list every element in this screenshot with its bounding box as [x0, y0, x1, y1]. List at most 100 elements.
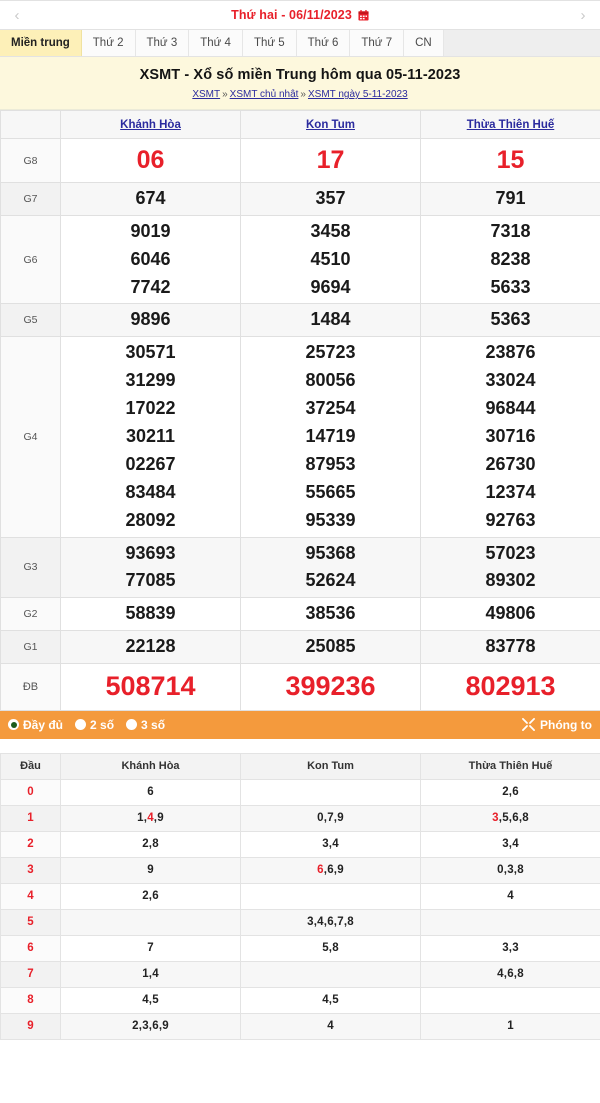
result-number: 674 [135, 187, 166, 208]
radio-icon[interactable] [126, 719, 138, 731]
breadcrumb-link-0[interactable]: XSMT [192, 89, 220, 100]
result-number: 89302 [485, 570, 536, 591]
summary-cell-8-0: 4,5 [60, 986, 241, 1014]
summary-head-digit: 1 [0, 804, 61, 832]
summary-cell-4-0: 2,6 [60, 882, 241, 910]
result-number: 95368 [305, 542, 356, 563]
result-number: 95339 [305, 509, 356, 530]
result-number: 30211 [125, 426, 176, 446]
summary-tail-digit: 4 [322, 994, 329, 1007]
page-title: XSMT - Xổ số miền Trung hôm qua 05-11-20… [139, 67, 461, 83]
digit-mode-option-1[interactable]: 2 số [75, 718, 114, 732]
radio-icon[interactable] [75, 719, 87, 731]
result-number: 83778 [485, 636, 536, 657]
summary-tail-digit: 6 [507, 968, 514, 981]
province-header-kon-tum[interactable]: Kon Tum [240, 110, 421, 140]
radio-icon[interactable] [8, 719, 19, 731]
result-cell-g5-2: 5363 [420, 303, 600, 338]
breadcrumb-link-2[interactable]: XSMT ngày 5-11-2023 [308, 89, 408, 100]
result-cell-đb-0: 508714 [60, 663, 241, 711]
result-number: 9019 [130, 220, 171, 241]
breadcrumb-link-1[interactable]: XSMT chủ nhật [230, 89, 299, 100]
summary-cell-6-2: 3,3 [420, 934, 600, 962]
tab-thứ-7[interactable]: Thứ 7 [350, 30, 405, 56]
expand-icon [522, 718, 535, 732]
result-number: 7742 [130, 276, 171, 297]
summary-cell-2-1: 3,4 [240, 830, 421, 858]
summary-tail-digit: 3 [512, 942, 519, 955]
result-cell-g5-0: 9896 [60, 303, 241, 338]
result-number: 57023 [485, 542, 536, 563]
tab-miền-trung[interactable]: Miền trung [0, 30, 82, 56]
result-number: 06 [136, 146, 165, 175]
province-link-thua-thien-hue[interactable]: Thừa Thiên Huế [467, 119, 555, 131]
result-cell-g3-1: 95368 52624 [240, 536, 421, 599]
previous-day-button[interactable]: ‹ [0, 1, 34, 29]
province-header-thua-thien-hue[interactable]: Thừa Thiên Huế [420, 110, 600, 140]
tab-thứ-5[interactable]: Thứ 5 [242, 30, 297, 56]
summary-cell-2-0: 2,8 [60, 830, 241, 858]
summary-head-digit: 9 [0, 1012, 61, 1040]
digit-mode-option-0[interactable]: Đầy đủ [8, 718, 63, 732]
result-number: 26730 [485, 453, 536, 474]
digit-mode-option-label: Đầy đủ [23, 717, 64, 732]
province-header-khanh-hoa[interactable]: Khánh Hòa [60, 110, 241, 140]
prize-label-g8: G8 [0, 138, 61, 183]
province-link-kon-tum[interactable]: Kon Tum [306, 119, 355, 131]
summary-tail-digit: 9 [157, 812, 164, 825]
prize-label-g4: G4 [0, 336, 61, 538]
tab-thứ-3[interactable]: Thứ 3 [135, 30, 190, 56]
results-row-g8: G8 06 17 15 [0, 138, 600, 183]
summary-cell-3-0: 9 [60, 856, 241, 884]
page-header: XSMT - Xổ số miền Trung hôm qua 05-11-20… [0, 57, 600, 111]
summary-tail-digit: 1 [507, 1020, 514, 1033]
breadcrumb: XSMT» XSMT chủ nhật» XSMT ngày 5-11-2023 [8, 88, 592, 101]
summary-cell-8-1: 4,5 [240, 986, 421, 1014]
calendar-icon[interactable] [358, 9, 369, 21]
result-number: 83484 [125, 481, 176, 502]
summary-tail-digit: 3 [502, 838, 509, 851]
summary-cell-9-1: 4 [240, 1012, 421, 1040]
tab-thứ-4[interactable]: Thứ 4 [189, 30, 243, 56]
result-number: 93693 [125, 542, 176, 563]
result-cell-g8-0: 06 [60, 138, 241, 183]
result-number: 9694 [310, 276, 351, 297]
result-cell-g8-1: 17 [240, 138, 421, 183]
summary-row: 8 4,5 4,5 [0, 986, 600, 1014]
summary-head-digit: 6 [0, 934, 61, 962]
summary-tail-digit: 2 [142, 890, 149, 903]
digit-mode-option-2[interactable]: 3 số [126, 718, 165, 732]
results-row-g2: G2 58839 38536 49806 [0, 597, 600, 632]
prize-column-header [0, 110, 61, 140]
next-day-button[interactable]: › [566, 1, 600, 29]
result-cell-g3-2: 57023 89302 [420, 536, 600, 599]
head-digit-summary-table: Đầu Khánh Hòa Kon Tum Thừa Thiên Huế 0 6 2… [0, 752, 600, 1040]
results-row-g4: G4 30571 31299 17022 30211 02267 83484 28092 257… [0, 336, 600, 538]
summary-tail-digit: 4 [317, 916, 324, 929]
summary-cell-5-2 [420, 908, 600, 936]
summary-tail-digit: 2 [142, 838, 149, 851]
summary-head-digit: 5 [0, 908, 61, 936]
summary-cell-7-1 [240, 960, 421, 988]
province-link-khanh-hoa[interactable]: Khánh Hòa [120, 119, 181, 131]
zoom-button[interactable]: Phóng to [522, 718, 592, 732]
tab-cn[interactable]: CN [404, 30, 444, 56]
result-number: 5633 [490, 276, 531, 297]
result-cell-đb-2: 802913 [420, 663, 600, 711]
summary-header-row: Đầu Khánh Hòa Kon Tum Thừa Thiên Huế [0, 752, 600, 780]
summary-tail-digit: 0 [497, 864, 504, 877]
summary-cell-7-0: 1,4 [60, 960, 241, 988]
summary-row: 9 2,3,6,9 4 1 [0, 1012, 600, 1040]
summary-tail-digit: 3 [502, 942, 509, 955]
result-number: 87953 [305, 453, 356, 474]
breadcrumb-separator: » [222, 89, 228, 101]
summary-tail-digit: 9 [337, 864, 344, 877]
summary-head-digit: 4 [0, 882, 61, 910]
tab-thứ-6[interactable]: Thứ 6 [296, 30, 351, 56]
tab-thứ-2[interactable]: Thứ 2 [81, 30, 136, 56]
summary-cell-2-2: 3,4 [420, 830, 600, 858]
result-number: 1484 [310, 309, 351, 330]
summary-tail-digit: 5 [322, 942, 329, 955]
summary-tail-digit: 1 [142, 968, 149, 981]
summary-cell-6-0: 7 [60, 934, 241, 962]
